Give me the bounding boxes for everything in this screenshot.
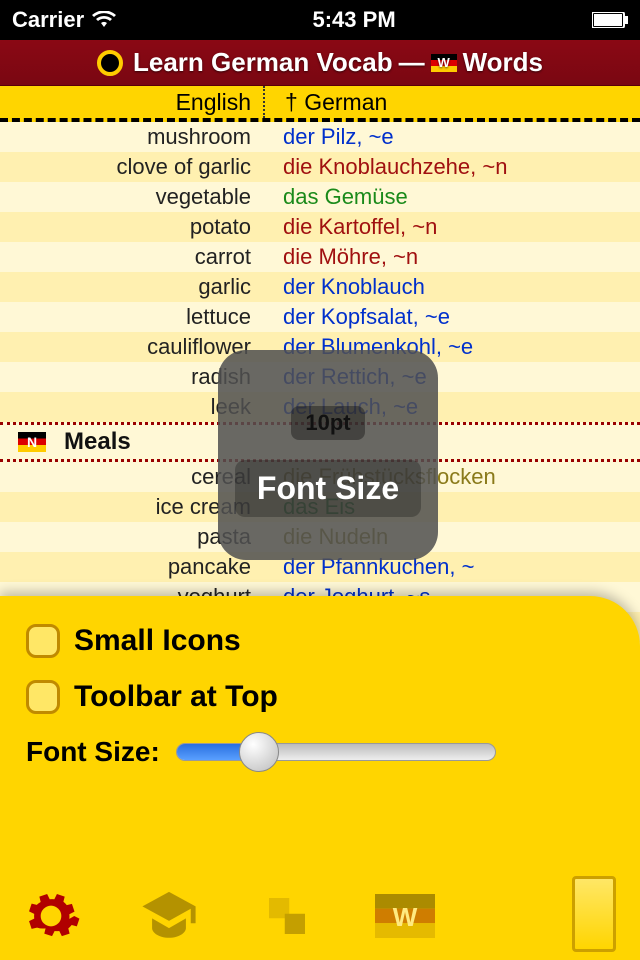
toolbar-top-row[interactable]: Toolbar at Top — [26, 680, 614, 714]
english-word: garlic — [0, 274, 263, 300]
section-flag-icon: N — [18, 432, 46, 452]
vocab-row[interactable]: garlicder Knoblauch — [0, 272, 640, 302]
svg-text:W: W — [393, 902, 418, 932]
font-size-slider[interactable] — [176, 743, 496, 761]
german-word: die Knoblauchzehe, ~n — [263, 154, 507, 180]
toolbar-top-label: Toolbar at Top — [74, 680, 278, 714]
german-flag-icon: W — [431, 54, 457, 72]
categories-button[interactable] — [252, 881, 322, 951]
vocab-row[interactable]: clove of garlicdie Knoblauchzehe, ~n — [0, 152, 640, 182]
study-button[interactable] — [134, 881, 204, 951]
font-size-overlay-label: Font Size — [235, 460, 421, 517]
small-icons-checkbox[interactable] — [26, 624, 60, 658]
english-word: mushroom — [0, 124, 263, 150]
english-word: vegetable — [0, 184, 263, 210]
section-title: Words — [463, 47, 543, 78]
section-name: Meals — [64, 428, 131, 456]
german-word: der Kopfsalat, ~e — [263, 304, 450, 330]
german-word: das Gemüse — [263, 184, 408, 210]
words-button[interactable]: W — [370, 881, 440, 951]
battery-icon — [592, 12, 628, 28]
vocab-list[interactable]: mushroomder Pilz, ~eclove of garlicdie K… — [0, 122, 640, 672]
english-word: lettuce — [0, 304, 263, 330]
column-header: English † German — [0, 86, 640, 122]
settings-panel: Small Icons Toolbar at Top Font Size: W — [0, 596, 640, 960]
title-bar: Learn German Vocab — W Words — [0, 40, 640, 86]
vocab-row[interactable]: potatodie Kartoffel, ~n — [0, 212, 640, 242]
font-size-label: Font Size: — [26, 736, 160, 768]
small-icons-label: Small Icons — [74, 624, 241, 658]
font-size-value: 10pt — [291, 406, 364, 440]
toolbar: W — [0, 872, 640, 960]
slider-thumb[interactable] — [239, 732, 279, 772]
font-size-row: Font Size: — [26, 736, 614, 768]
carrier-label: Carrier — [12, 7, 84, 33]
small-icons-row[interactable]: Small Icons — [26, 624, 614, 658]
wifi-icon — [92, 11, 116, 29]
german-word: der Knoblauch — [263, 274, 425, 300]
vocab-row[interactable]: lettuceder Kopfsalat, ~e — [0, 302, 640, 332]
clock: 5:43 PM — [313, 7, 396, 33]
vocab-row[interactable]: vegetabledas Gemüse — [0, 182, 640, 212]
title-dash: — — [399, 47, 425, 78]
vocab-row[interactable]: carrotdie Möhre, ~n — [0, 242, 640, 272]
german-word: die Kartoffel, ~n — [263, 214, 437, 240]
english-word: cauliflower — [0, 334, 263, 360]
column-german[interactable]: † German — [265, 89, 387, 116]
bookmark-button[interactable] — [572, 876, 616, 952]
german-word: der Pilz, ~e — [263, 124, 394, 150]
app-logo-icon — [97, 50, 123, 76]
column-english[interactable]: English — [0, 89, 263, 116]
toolbar-top-checkbox[interactable] — [26, 680, 60, 714]
english-word: carrot — [0, 244, 263, 270]
status-bar: Carrier 5:43 PM — [0, 0, 640, 40]
english-word: potato — [0, 214, 263, 240]
german-word: die Möhre, ~n — [263, 244, 418, 270]
app-title: Learn German Vocab — [133, 47, 393, 78]
english-word: pancake — [0, 554, 263, 580]
font-size-overlay: 10pt Font Size — [218, 350, 438, 560]
english-word: clove of garlic — [0, 154, 263, 180]
vocab-row[interactable]: mushroomder Pilz, ~e — [0, 122, 640, 152]
settings-button[interactable] — [16, 881, 86, 951]
